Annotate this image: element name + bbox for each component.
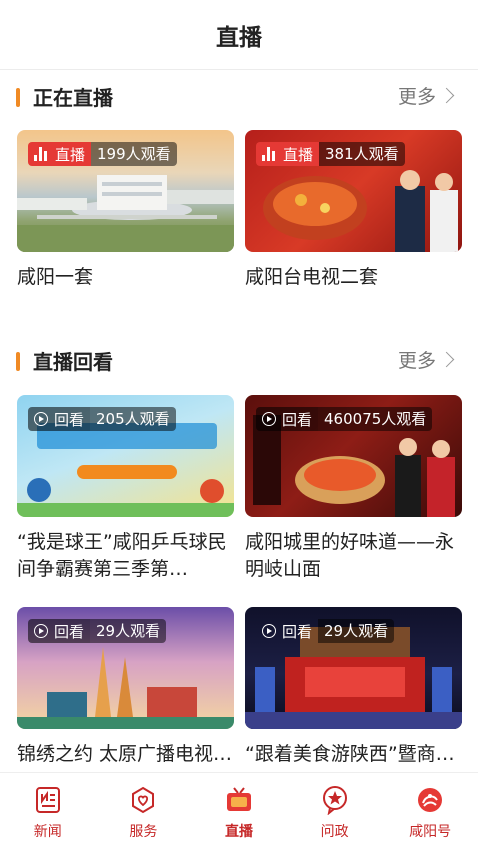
xianyang-logo-icon <box>418 788 443 812</box>
more-label: 更多 <box>397 86 436 108</box>
replay-card[interactable]: 回看 29人观看 “跟着美食游陕西”暨商… <box>245 607 462 768</box>
tab-label: 咸阳号 <box>409 824 452 840</box>
viewer-count: 199人观看 <box>91 142 177 166</box>
tab-label: 问政 <box>320 824 349 840</box>
replay-badge: 回看 205人观看 <box>28 407 176 431</box>
badge-label: 直播 <box>55 145 86 164</box>
card-title: “跟着美食游陕西”暨商… <box>245 743 455 765</box>
replay-card[interactable]: 回看 205人观看 “我是球王”咸阳乒乓球民间争霸赛第三季第… <box>17 395 234 583</box>
replay-thumbnail: 回看 29人观看 <box>245 607 462 729</box>
bottom-tab-bar: 新闻 服务 直播 问政 咸阳号 <box>0 772 478 850</box>
tab-label: 直播 <box>224 824 253 840</box>
card-title: “我是球王”咸阳乒乓球民间争霸赛第三季第… <box>17 531 227 580</box>
tab-label: 服务 <box>129 824 158 840</box>
badge-label: 直播 <box>283 145 314 164</box>
live-bars-icon <box>262 147 278 161</box>
star-icon <box>322 786 347 815</box>
live-more-link[interactable]: 更多 <box>397 82 455 109</box>
card-title: 锦绣之约 太原广播电视… <box>17 743 233 765</box>
viewer-count: 29人观看 <box>318 619 395 643</box>
badge-label: 回看 <box>282 622 313 641</box>
chevron-right-icon <box>438 87 455 104</box>
tv-icon <box>226 787 251 811</box>
play-icon <box>262 412 276 426</box>
replay-thumbnail: 回看 205人观看 <box>17 395 234 517</box>
viewer-count: 205人观看 <box>90 407 176 431</box>
section-accent-bar <box>16 352 20 371</box>
replay-section-header: 直播回看 更多 <box>0 340 478 380</box>
replay-badge: 回看 29人观看 <box>28 619 167 643</box>
live-bars-icon <box>34 147 50 161</box>
play-icon <box>262 624 276 638</box>
card-title: 咸阳城里的好味道——永明岐山面 <box>245 531 455 580</box>
service-icon <box>132 786 155 814</box>
replay-more-link[interactable]: 更多 <box>397 346 455 373</box>
card-title: 咸阳台电视二套 <box>245 266 379 288</box>
top-bar: 直播 <box>0 0 478 70</box>
chevron-right-icon <box>438 351 455 368</box>
viewer-count: 381人观看 <box>319 142 405 166</box>
replay-badge: 回看 460075人观看 <box>256 407 433 431</box>
tab-xianyang-account[interactable]: 咸阳号 <box>382 773 478 850</box>
tab-inquiry[interactable]: 问政 <box>287 773 383 850</box>
play-icon <box>34 412 48 426</box>
live-section-title: 正在直播 <box>33 86 113 110</box>
news-icon <box>35 787 60 813</box>
viewer-count: 29人观看 <box>90 619 167 643</box>
page-title: 直播 <box>216 24 262 51</box>
live-section-header: 正在直播 更多 <box>0 76 478 116</box>
more-label: 更多 <box>397 350 436 372</box>
viewer-count: 460075人观看 <box>318 407 433 431</box>
live-badge: 直播 381人观看 <box>256 142 405 166</box>
tab-label: 新闻 <box>33 824 62 840</box>
replay-thumbnail: 回看 29人观看 <box>17 607 234 729</box>
replay-card[interactable]: 回看 460075人观看 咸阳城里的好味道——永明岐山面 <box>245 395 462 583</box>
badge-label: 回看 <box>282 410 313 429</box>
live-card[interactable]: 直播 199人观看 咸阳一套 <box>17 130 234 291</box>
live-thumbnail: 直播 381人观看 <box>245 130 462 252</box>
replay-thumbnail: 回看 460075人观看 <box>245 395 462 517</box>
card-title: 咸阳一套 <box>17 266 94 288</box>
replay-badge: 回看 29人观看 <box>256 619 395 643</box>
tab-service[interactable]: 服务 <box>96 773 192 850</box>
live-badge: 直播 199人观看 <box>28 142 177 166</box>
replay-section-title: 直播回看 <box>33 350 113 374</box>
live-card[interactable]: 直播 381人观看 咸阳台电视二套 <box>245 130 462 291</box>
badge-label: 回看 <box>54 622 85 641</box>
play-icon <box>34 624 48 638</box>
replay-card[interactable]: 回看 29人观看 锦绣之约 太原广播电视… <box>17 607 234 768</box>
section-accent-bar <box>16 88 20 107</box>
tab-news[interactable]: 新闻 <box>0 773 96 850</box>
badge-label: 回看 <box>54 410 85 429</box>
tab-live[interactable]: 直播 <box>191 773 287 850</box>
live-thumbnail: 直播 199人观看 <box>17 130 234 252</box>
